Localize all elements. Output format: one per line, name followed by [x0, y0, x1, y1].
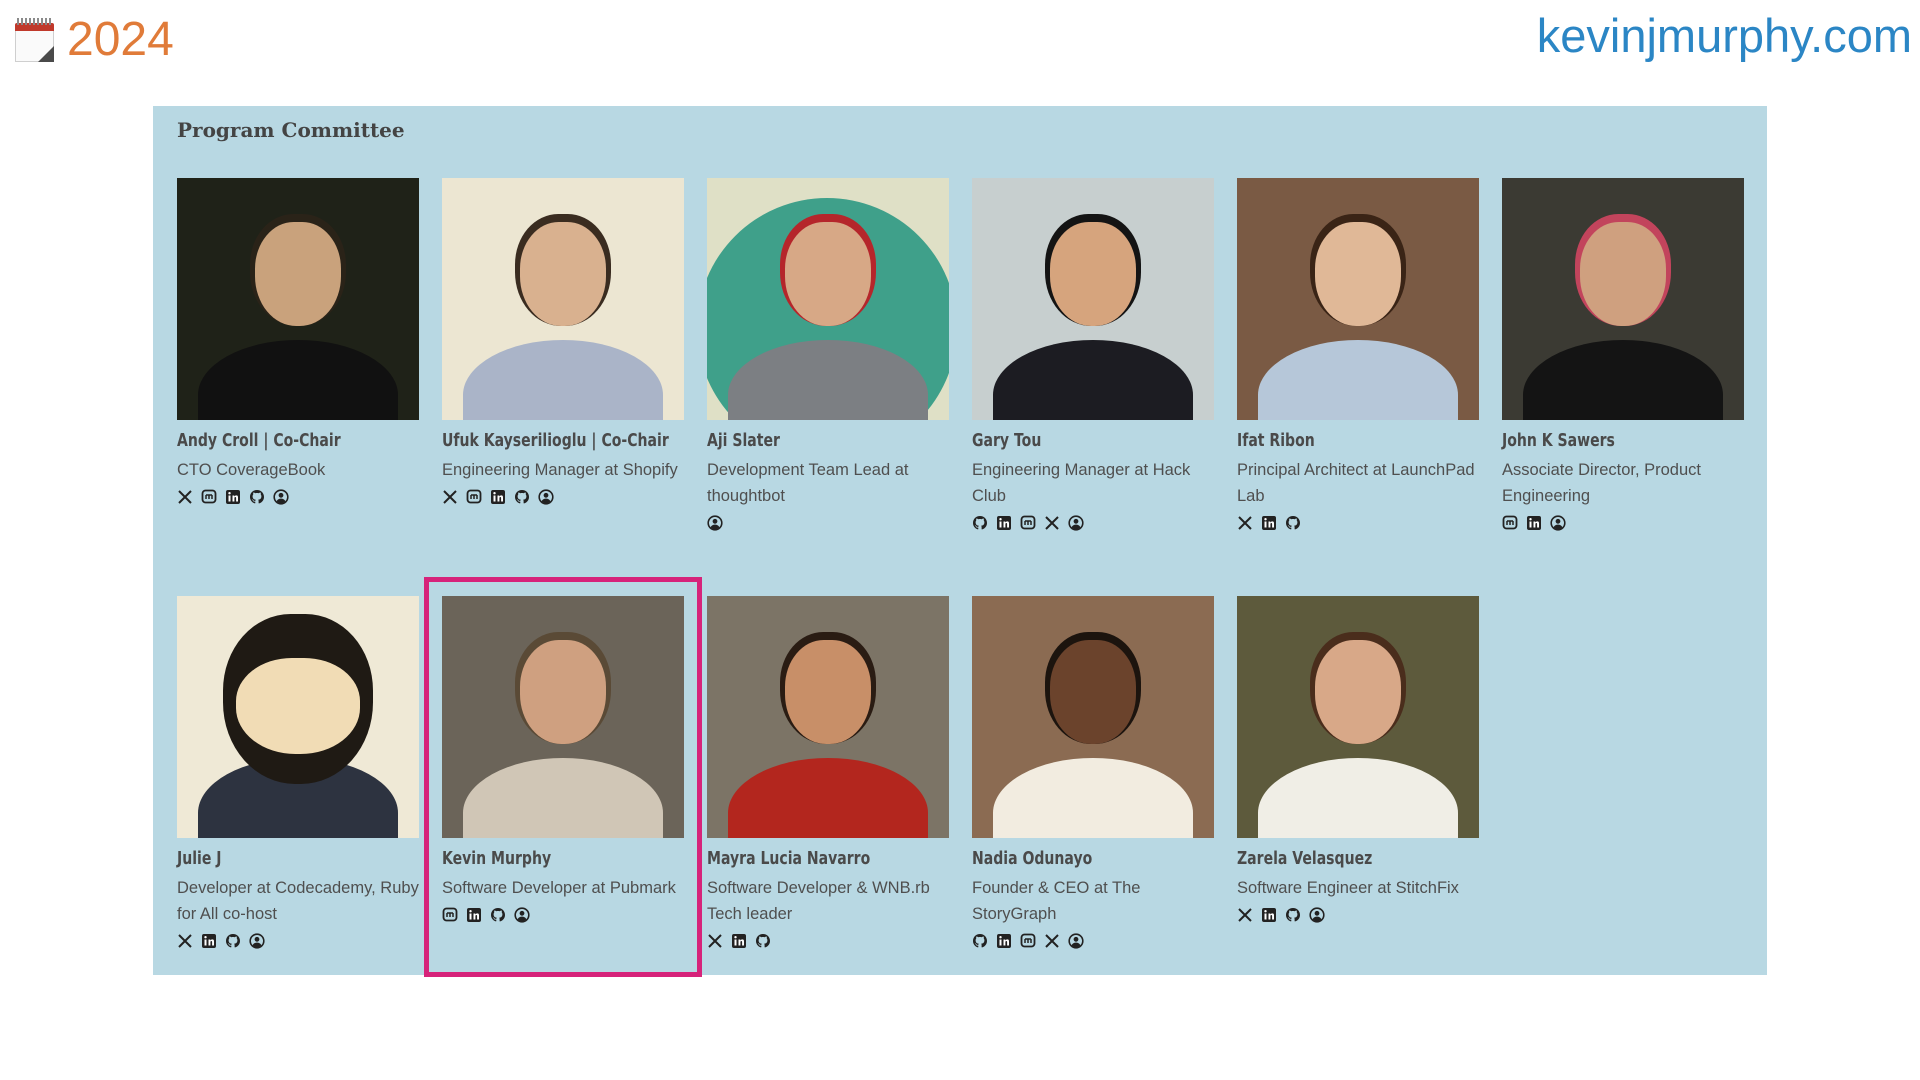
member-name: Andy Croll | Co-Chair — [177, 430, 341, 451]
social-links — [707, 513, 949, 533]
program-committee-panel: Program Committee Andy Croll | Co-Chair C… — [153, 106, 1767, 975]
member-role: Engineering Manager at Hack Club — [972, 461, 1191, 505]
member-name: Nadia Odunayo — [972, 848, 1093, 869]
highlight-box — [424, 577, 702, 977]
linkedin-icon[interactable] — [996, 515, 1012, 531]
x-icon[interactable] — [1044, 933, 1060, 949]
member-photo — [972, 596, 1214, 838]
member-card[interactable]: Julie J Developer at Codecademy, Ruby for… — [177, 596, 419, 951]
member-role: Engineering Manager at Shopify — [442, 461, 678, 479]
linkedin-icon[interactable] — [1261, 907, 1277, 923]
social-links — [177, 487, 419, 507]
member-photo — [707, 596, 949, 838]
x-icon[interactable] — [707, 933, 723, 949]
github-icon[interactable] — [1285, 907, 1301, 923]
member-card[interactable]: Andy Croll | Co-Chair CTO CoverageBook — [177, 178, 419, 507]
social-links — [972, 513, 1214, 533]
github-icon[interactable] — [972, 515, 988, 531]
linkedin-icon[interactable] — [731, 933, 747, 949]
social-links — [1237, 905, 1479, 925]
member-name: Aji Slater — [707, 430, 780, 451]
member-name: Julie J — [177, 848, 222, 869]
member-role: Founder & CEO at The StoryGraph — [972, 879, 1141, 923]
member-role: Software Engineer at StitchFix — [1237, 879, 1459, 897]
member-card[interactable]: Mayra Lucia Navarro Software Developer & … — [707, 596, 949, 951]
github-icon[interactable] — [225, 933, 241, 949]
github-icon[interactable] — [755, 933, 771, 949]
member-role: Software Developer & WNB.rb Tech leader — [707, 879, 930, 923]
member-photo — [177, 596, 419, 838]
mastodon-icon[interactable] — [466, 489, 482, 505]
member-card[interactable]: Ifat Ribon Principal Architect at LaunchP… — [1237, 178, 1479, 533]
member-role: Development Team Lead at thoughtbot — [707, 461, 909, 505]
member-name: John K Sawers — [1502, 430, 1615, 451]
member-role: Principal Architect at LaunchPad Lab — [1237, 461, 1475, 505]
x-icon[interactable] — [1237, 515, 1253, 531]
x-icon[interactable] — [177, 933, 193, 949]
website-icon[interactable] — [1068, 933, 1084, 949]
site-url[interactable]: kevinjmurphy.com — [1537, 8, 1912, 63]
website-icon[interactable] — [249, 933, 265, 949]
member-photo — [1237, 178, 1479, 420]
linkedin-icon[interactable] — [225, 489, 241, 505]
website-icon[interactable] — [273, 489, 289, 505]
social-links — [972, 931, 1214, 951]
social-links — [1502, 513, 1744, 533]
member-card[interactable]: John K Sawers Associate Director, Product… — [1502, 178, 1744, 533]
member-name: Gary Tou — [972, 430, 1042, 451]
panel-title: Program Committee — [177, 118, 405, 142]
website-icon[interactable] — [1068, 515, 1084, 531]
social-links — [442, 487, 684, 507]
linkedin-icon[interactable] — [996, 933, 1012, 949]
linkedin-icon[interactable] — [1261, 515, 1277, 531]
member-card[interactable]: Gary Tou Engineering Manager at Hack Club — [972, 178, 1214, 533]
member-name: Ifat Ribon — [1237, 430, 1315, 451]
social-links — [707, 931, 949, 951]
member-card[interactable]: Aji Slater Development Team Lead at thoug… — [707, 178, 949, 533]
member-name: Mayra Lucia Navarro — [707, 848, 871, 869]
github-icon[interactable] — [972, 933, 988, 949]
website-icon[interactable] — [707, 515, 723, 531]
x-icon[interactable] — [177, 489, 193, 505]
member-photo — [1237, 596, 1479, 838]
member-role: CTO CoverageBook — [177, 461, 326, 479]
member-photo — [1502, 178, 1744, 420]
member-card[interactable]: Nadia Odunayo Founder & CEO at The StoryG… — [972, 596, 1214, 951]
website-icon[interactable] — [1309, 907, 1325, 923]
x-icon[interactable] — [442, 489, 458, 505]
member-card[interactable]: Ufuk Kayserilioglu | Co-Chair Engineering… — [442, 178, 684, 507]
member-photo — [707, 178, 949, 420]
member-photo — [442, 178, 684, 420]
member-role: Associate Director, Product Engineering — [1502, 461, 1701, 505]
mastodon-icon[interactable] — [201, 489, 217, 505]
social-links — [177, 931, 419, 951]
member-name: Ufuk Kayserilioglu | Co-Chair — [442, 430, 669, 451]
member-name: Zarela Velasquez — [1237, 848, 1373, 869]
linkedin-icon[interactable] — [201, 933, 217, 949]
member-photo — [972, 178, 1214, 420]
social-links — [1237, 513, 1479, 533]
website-icon[interactable] — [1550, 515, 1566, 531]
mastodon-icon[interactable] — [1502, 515, 1518, 531]
mastodon-icon[interactable] — [1020, 515, 1036, 531]
member-card[interactable]: Zarela Velasquez Software Engineer at Sti… — [1237, 596, 1479, 925]
github-icon[interactable] — [1285, 515, 1301, 531]
linkedin-icon[interactable] — [490, 489, 506, 505]
year-title: 2024 — [67, 13, 174, 66]
x-icon[interactable] — [1237, 907, 1253, 923]
linkedin-icon[interactable] — [1526, 515, 1542, 531]
x-icon[interactable] — [1044, 515, 1060, 531]
member-role: Developer at Codecademy, Ruby for All co… — [177, 879, 419, 923]
member-photo — [177, 178, 419, 420]
github-icon[interactable] — [514, 489, 530, 505]
github-icon[interactable] — [249, 489, 265, 505]
mastodon-icon[interactable] — [1020, 933, 1036, 949]
website-icon[interactable] — [538, 489, 554, 505]
calendar-icon — [15, 18, 54, 62]
